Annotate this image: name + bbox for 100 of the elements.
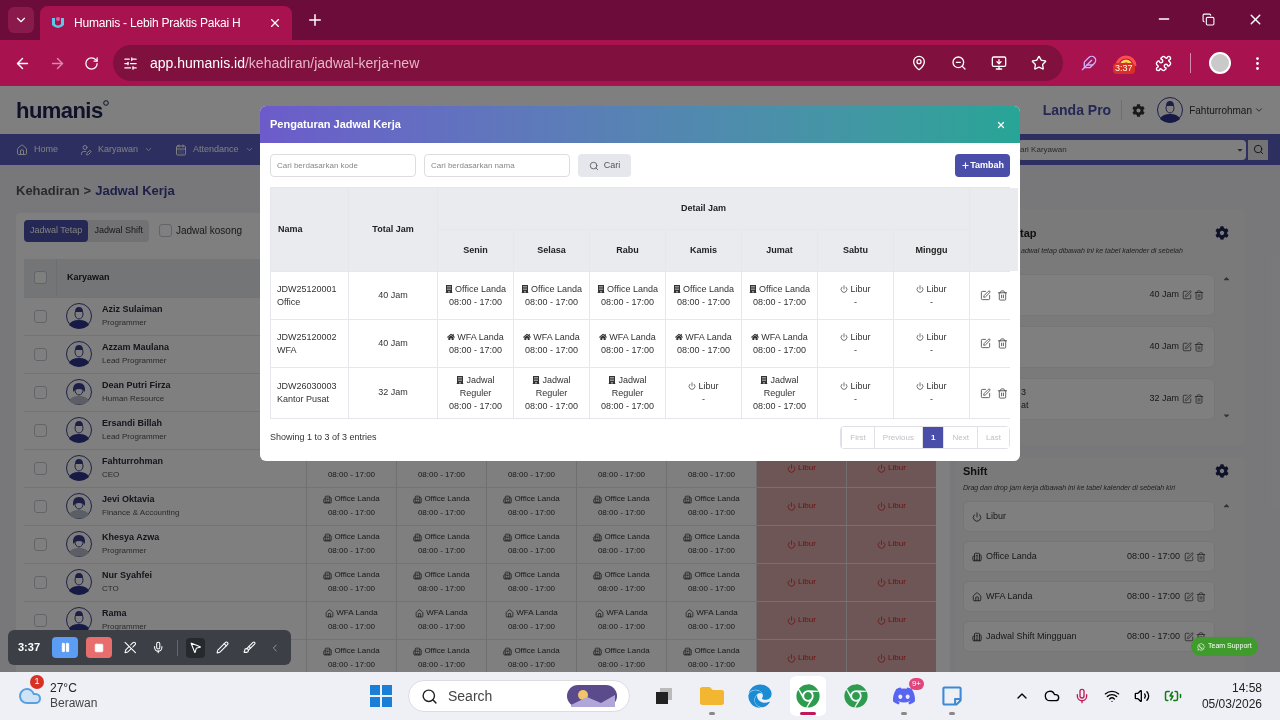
reload-icon[interactable] [84, 55, 99, 71]
edit-icon[interactable] [1182, 342, 1192, 352]
onedrive-icon[interactable] [1043, 688, 1060, 704]
building-icon [521, 284, 530, 293]
stop-button[interactable] [85, 637, 112, 658]
schedule-cell: Office Landa 08:00 - 17:00 [396, 562, 486, 601]
shift-name: Office Landa [986, 549, 1038, 563]
delete-icon[interactable] [997, 338, 1008, 349]
checkbox[interactable] [158, 224, 172, 237]
edit-icon[interactable] [980, 387, 991, 399]
edit-icon[interactable] [1184, 551, 1194, 562]
column-header: Selasa [514, 230, 589, 271]
edit-icon[interactable] [1184, 631, 1194, 642]
profile-avatar[interactable] [1209, 52, 1231, 74]
checkbox[interactable] [33, 271, 47, 284]
dialog-title: Pengaturan Jadwal Kerja [270, 117, 401, 133]
edit-icon[interactable] [1184, 591, 1194, 602]
browser-tab[interactable]: Humanis - Lebih Praktis Pakai H [40, 6, 292, 40]
settings-icon[interactable] [1132, 103, 1146, 117]
search-button[interactable] [1248, 139, 1268, 160]
edit-icon[interactable] [1182, 394, 1192, 404]
code-search-field[interactable]: Cari berdasarkan kode [270, 154, 416, 177]
pointer-tool[interactable] [185, 637, 206, 658]
delete-icon[interactable] [997, 387, 1008, 399]
edit-icon[interactable] [1182, 290, 1192, 300]
checkbox[interactable] [33, 423, 47, 437]
house-icon [447, 332, 456, 341]
employee-name: Nur Syahfei [102, 569, 152, 582]
restore-icon[interactable] [1202, 13, 1215, 26]
power-icon [916, 332, 925, 341]
tab[interactable]: Jadwal Tetap [24, 219, 89, 242]
notepad-icon [941, 685, 963, 707]
delete-icon[interactable] [1194, 394, 1204, 404]
feather-icon[interactable] [1081, 55, 1097, 71]
building-icon [673, 284, 682, 293]
schedule-cell: Office Landa 08:00 - 17:00 [396, 524, 486, 563]
checkbox[interactable] [33, 575, 47, 589]
pen-off-icon[interactable] [123, 641, 137, 654]
edit-icon[interactable] [980, 338, 991, 349]
user-menu[interactable]: Fahturrohman [1189, 102, 1264, 118]
pause-button[interactable] [52, 637, 78, 658]
close-icon[interactable] [268, 16, 282, 30]
nav-item[interactable]: Attendance [175, 142, 254, 157]
checkbox[interactable] [33, 461, 47, 475]
scroll-down-icon[interactable] [1221, 411, 1231, 420]
checkbox[interactable] [33, 309, 47, 323]
close-icon[interactable] [996, 119, 1006, 130]
shift-item[interactable]: Libur [963, 501, 1215, 532]
delete-icon[interactable] [1194, 290, 1204, 300]
table-cell: Libur - [818, 368, 893, 418]
search-button[interactable]: Cari [578, 154, 631, 177]
breadcrumb-link[interactable]: Kehadiran [16, 181, 80, 201]
microphone-icon[interactable] [152, 641, 165, 654]
employee-name: Ersandi Billah [102, 417, 164, 430]
settings-icon[interactable] [1215, 226, 1229, 241]
delete-icon[interactable] [997, 290, 1008, 301]
extensions-icon[interactable] [1155, 54, 1172, 72]
checkbox[interactable] [33, 347, 47, 361]
building-icon [413, 646, 423, 656]
shift-item[interactable]: Office Landa 08:00 - 17:00 [963, 541, 1215, 572]
delete-icon[interactable] [1196, 591, 1206, 602]
employee-select[interactable]: ari Karyawan [1018, 139, 1246, 160]
bookmark-icon[interactable] [1031, 55, 1047, 71]
delete-icon[interactable] [1196, 551, 1206, 562]
table-cell: WFA Landa 08:00 - 17:00 [742, 320, 817, 367]
checkbox[interactable] [33, 613, 47, 627]
tab[interactable]: Jadwal Shift [88, 219, 149, 242]
name-search-field[interactable]: Cari berdasarkan nama [424, 154, 570, 177]
taskbar-search[interactable]: Search [408, 680, 630, 712]
delete-icon[interactable] [1194, 342, 1204, 352]
scroll-up-icon[interactable] [1221, 274, 1231, 283]
shift-item[interactable]: WFA Landa 08:00 - 17:00 [963, 581, 1215, 612]
settings-icon[interactable] [1215, 464, 1229, 479]
folder-icon [700, 684, 724, 708]
edit-icon[interactable] [980, 290, 991, 301]
table-cell: WFA Landa 08:00 - 17:00 [590, 320, 665, 367]
page-button[interactable]: 1 [921, 427, 944, 448]
location-icon[interactable] [911, 55, 927, 71]
nav-item[interactable]: Karyawan [80, 142, 154, 157]
address-bar[interactable]: app.humanis.id/kehadiran/jadwal-kerja-new [113, 45, 1063, 81]
house-icon [685, 608, 695, 618]
notification-badge: 9+ [908, 678, 924, 690]
taskbar-app[interactable]: 9+ [886, 676, 922, 716]
schedule-cell: WFA Landa 08:00 - 17:00 [306, 600, 396, 639]
nav-item[interactable]: Home [16, 142, 58, 157]
install-app-icon[interactable] [991, 55, 1007, 71]
new-tab-icon[interactable] [306, 11, 324, 29]
windows-start-icon[interactable] [370, 685, 392, 707]
wifi-icon[interactable] [1103, 688, 1120, 704]
tab-list-button[interactable] [8, 7, 34, 33]
checkbox[interactable] [33, 499, 47, 513]
checkbox[interactable] [33, 537, 47, 551]
scroll-up-icon[interactable] [1221, 501, 1231, 510]
zoom-out-icon[interactable] [951, 55, 967, 71]
add-button[interactable]: Tambah [955, 154, 1010, 177]
building-icon [760, 375, 769, 384]
checkbox[interactable] [33, 385, 47, 399]
volume-icon[interactable] [1133, 688, 1150, 704]
power-icon [840, 332, 849, 341]
building-icon [608, 375, 617, 384]
